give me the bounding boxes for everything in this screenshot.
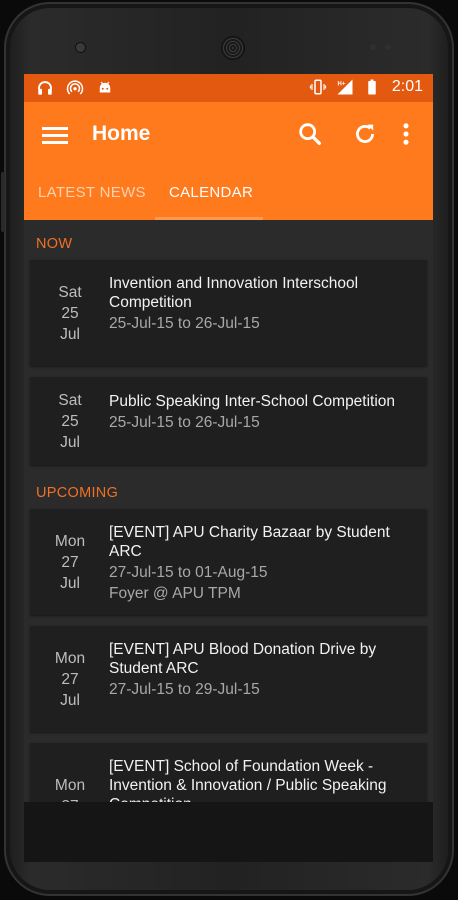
event-title: [EVENT] APU Charity Bazaar by Student AR… bbox=[109, 524, 390, 560]
event-date: Mon 27 bbox=[30, 775, 110, 802]
more-vert-icon[interactable] bbox=[392, 120, 420, 148]
event-month: Jul bbox=[60, 434, 80, 451]
status-clock: 2:01 bbox=[391, 78, 423, 95]
event-month: Jul bbox=[60, 692, 80, 709]
event-card[interactable]: Sat 25 Jul Public Speaking Inter-School … bbox=[30, 377, 427, 465]
battery-icon bbox=[368, 79, 376, 95]
event-date-range: 27-Jul-15 to 29-Jul-15 bbox=[109, 681, 260, 698]
event-day: Mon bbox=[54, 777, 86, 794]
event-title: Invention and Innovation Interschool Com… bbox=[109, 275, 359, 311]
event-card[interactable]: Mon 27 Jul [EVENT] APU Charity Bazaar by… bbox=[30, 509, 427, 615]
event-month: Jul bbox=[60, 326, 80, 343]
app-screen: H+ 2:01 Home LATEST NEWS CALENDAR NOW Sa… bbox=[24, 74, 433, 802]
event-date: Sat 25 Jul bbox=[30, 390, 110, 453]
headphones-icon bbox=[38, 81, 52, 95]
tab-calendar[interactable]: CALENDAR bbox=[169, 184, 253, 201]
event-day: Mon bbox=[54, 650, 86, 667]
event-card[interactable]: Mon 27 [EVENT] School of Foundation Week… bbox=[30, 743, 427, 802]
side-button bbox=[1, 172, 5, 232]
app-bar: Home LATEST NEWS CALENDAR bbox=[24, 102, 433, 220]
android-icon bbox=[99, 81, 111, 93]
event-date: Mon 27 Jul bbox=[30, 531, 110, 594]
svg-text:H+: H+ bbox=[337, 82, 345, 88]
vibrate-icon bbox=[309, 79, 326, 95]
event-date: Mon 27 Jul bbox=[30, 648, 110, 711]
event-card[interactable]: Mon 27 Jul [EVENT] APU Blood Donation Dr… bbox=[30, 626, 427, 732]
section-header-upcoming: UPCOMING bbox=[36, 485, 119, 501]
event-date: Sat 25 Jul bbox=[30, 282, 110, 345]
event-date-num: 25 bbox=[61, 413, 79, 430]
event-day: Sat bbox=[58, 284, 82, 301]
event-date-range: 25-Jul-15 to 26-Jul-15 bbox=[109, 315, 260, 332]
navigation-bar-area bbox=[24, 802, 433, 862]
event-date-range: 27-Jul-15 to 01-Aug-15 bbox=[109, 564, 268, 581]
refresh-icon[interactable] bbox=[351, 120, 379, 148]
light-sensor bbox=[385, 44, 391, 50]
menu-icon[interactable] bbox=[42, 124, 68, 146]
tab-bar: LATEST NEWS CALENDAR bbox=[24, 180, 433, 220]
search-icon[interactable] bbox=[296, 120, 324, 148]
status-bar: H+ 2:01 bbox=[24, 74, 433, 102]
proximity-sensor bbox=[370, 44, 376, 50]
event-day: Sat bbox=[58, 392, 82, 409]
event-month: Jul bbox=[60, 575, 80, 592]
hotspot-icon bbox=[66, 80, 84, 95]
event-title: Public Speaking Inter-School Competition bbox=[109, 393, 396, 410]
event-date-num: 27 bbox=[61, 554, 79, 571]
event-day: Mon bbox=[54, 533, 86, 550]
event-date-range: 25-Jul-15 to 26-Jul-15 bbox=[109, 414, 260, 431]
event-card[interactable]: Sat 25 Jul Invention and Innovation Inte… bbox=[30, 260, 427, 366]
event-date-num: 27 bbox=[61, 671, 79, 688]
earpiece-speaker bbox=[222, 37, 244, 59]
tab-latest-news[interactable]: LATEST NEWS bbox=[38, 184, 146, 201]
calendar-list[interactable]: NOW Sat 25 Jul Invention and Innovation … bbox=[24, 220, 433, 802]
event-date-num: 25 bbox=[61, 305, 79, 322]
event-title: [EVENT] School of Foundation Week - Inve… bbox=[109, 758, 387, 802]
page-title: Home bbox=[92, 122, 151, 145]
signal-icon: H+ bbox=[337, 79, 353, 95]
section-header-now: NOW bbox=[36, 236, 73, 252]
event-title: [EVENT] APU Blood Donation Drive by Stud… bbox=[109, 641, 377, 677]
front-camera bbox=[76, 43, 85, 52]
event-location: Foyer @ APU TPM bbox=[109, 585, 241, 602]
